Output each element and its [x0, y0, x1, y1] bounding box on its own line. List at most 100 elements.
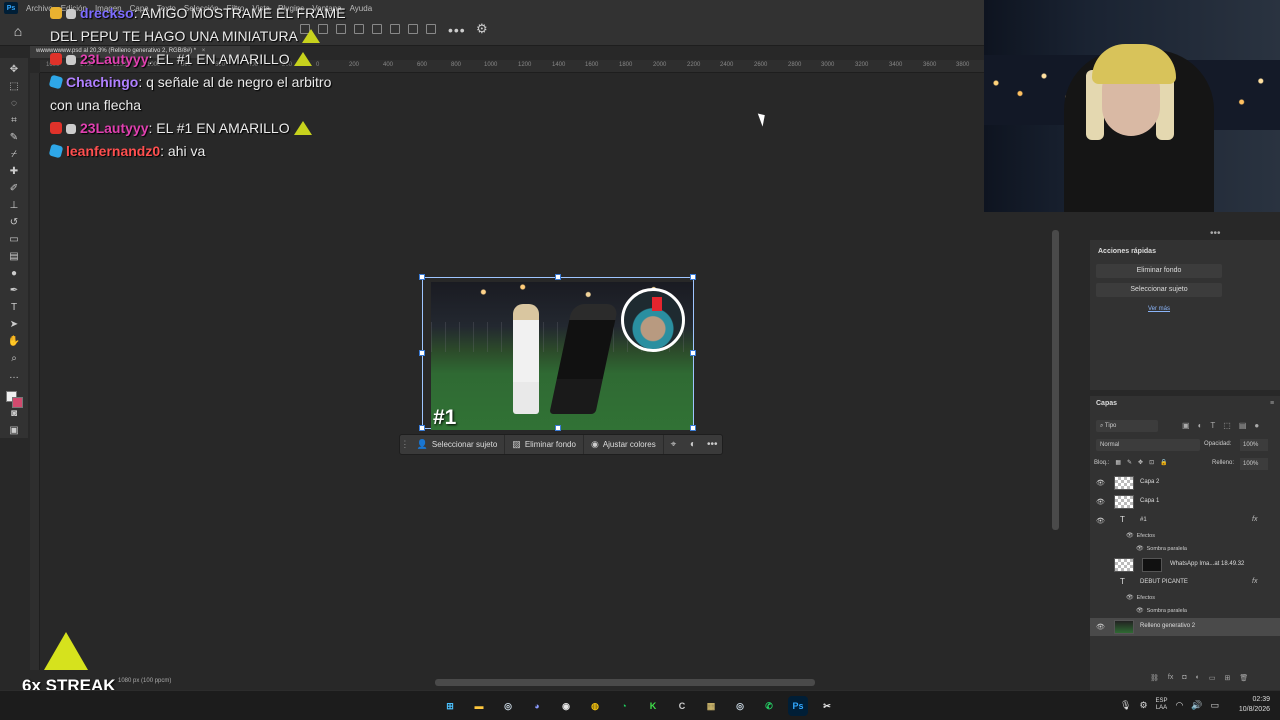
link-layers-icon[interactable]: ⛓: [1150, 674, 1159, 682]
blend-mode-select[interactable]: Normal: [1096, 439, 1200, 451]
photoshop-taskbar-icon[interactable]: Ps: [788, 696, 808, 716]
layer-row[interactable]: 👁 Capa 2: [1090, 474, 1280, 492]
lock-image-icon[interactable]: ✎: [1127, 459, 1132, 466]
transform-handle-l[interactable]: [419, 350, 425, 356]
adjust-colors-button[interactable]: ◉ Ajustar colores: [584, 435, 664, 454]
more-tools-icon[interactable]: …: [6, 368, 22, 383]
adjustment-layer-icon[interactable]: ◐: [1196, 674, 1200, 682]
effects-eye-icon[interactable]: 👁: [1126, 595, 1134, 601]
stamp-tool-icon[interactable]: ⊥: [6, 198, 22, 213]
transform-icon[interactable]: ⌖: [664, 439, 683, 450]
more-options-icon[interactable]: •••: [448, 22, 466, 38]
spotify-icon[interactable]: ◔: [614, 696, 634, 716]
drop-shadow-effect[interactable]: 👁 Sombra paralela: [1136, 545, 1187, 552]
layer-row[interactable]: T DEBUT PICANTE fx: [1090, 574, 1280, 592]
discord-icon[interactable]: ◕: [527, 696, 547, 716]
effects-eye-icon[interactable]: 👁: [1126, 533, 1134, 539]
lock-artboard-icon[interactable]: ⊡: [1149, 459, 1154, 466]
filter-adjustment-icon[interactable]: ◐: [1198, 421, 1203, 430]
transform-handle-tr[interactable]: [690, 274, 696, 280]
qa-remove-background-button[interactable]: Eliminar fondo: [1096, 264, 1222, 278]
chat-username[interactable]: 23Lautyyy: [80, 51, 148, 67]
windows-start-icon[interactable]: ⊞: [440, 696, 460, 716]
lock-all-icon[interactable]: 🔒: [1160, 459, 1167, 466]
transform-handle-b[interactable]: [555, 425, 561, 431]
color-swatches[interactable]: [4, 389, 24, 408]
chat-username[interactable]: 23Lautyyy: [80, 120, 148, 136]
distribute-vertical-icon[interactable]: [426, 24, 436, 34]
mask-icon[interactable]: ◐: [683, 439, 702, 450]
panel-more-icon[interactable]: •••: [1210, 228, 1221, 239]
whatsapp-icon[interactable]: ✆: [759, 696, 779, 716]
drop-shadow-eye-icon[interactable]: 👁: [1136, 608, 1144, 614]
lock-position-icon[interactable]: ✥: [1138, 459, 1143, 466]
add-mask-icon[interactable]: ◘: [1182, 674, 1186, 682]
panel-menu-icon[interactable]: ≡: [1270, 400, 1274, 407]
layer-filter-select[interactable]: ⌕ Tipo: [1096, 420, 1158, 432]
github-icon[interactable]: ◉: [556, 696, 576, 716]
chrome-icon[interactable]: ◍: [585, 696, 605, 716]
drop-shadow-effect[interactable]: 👁 Sombra paralela: [1136, 607, 1187, 614]
folder-app-icon[interactable]: ▦: [701, 696, 721, 716]
visibility-eye-icon[interactable]: 👁: [1096, 498, 1105, 506]
transform-handle-r[interactable]: [690, 350, 696, 356]
type-tool-icon[interactable]: T: [6, 300, 22, 315]
filter-type-icon[interactable]: T: [1210, 421, 1215, 430]
file-explorer-icon[interactable]: ▬: [469, 696, 489, 716]
new-layer-icon[interactable]: ⊞: [1224, 674, 1230, 682]
system-clock[interactable]: 02:39 10/8/2026: [1228, 695, 1270, 715]
align-bottom-icon[interactable]: [390, 24, 400, 34]
brush-tool-icon[interactable]: ✐: [6, 181, 22, 196]
layer-effects-icon[interactable]: fx: [1252, 578, 1257, 585]
transform-handle-t[interactable]: [555, 274, 561, 280]
drop-shadow-eye-icon[interactable]: 👁: [1136, 546, 1144, 552]
vertical-ruler[interactable]: [30, 73, 40, 670]
new-group-icon[interactable]: ▭: [1209, 674, 1216, 682]
visibility-eye-icon[interactable]: 👁: [1096, 479, 1105, 487]
capcut-icon[interactable]: ✂: [817, 696, 837, 716]
layer-effects-group[interactable]: 👁 Efectos: [1126, 594, 1155, 601]
marquee-tool-icon[interactable]: ⬚: [6, 79, 22, 94]
see-more-link[interactable]: Ver más: [1148, 306, 1170, 312]
pen-tool-icon[interactable]: ✒: [6, 283, 22, 298]
quick-selection-tool-icon[interactable]: ✎: [6, 130, 22, 145]
remove-background-button[interactable]: ▨ Eliminar fondo: [505, 435, 584, 454]
crop-tool-icon[interactable]: ⌗: [6, 113, 22, 128]
filter-smart-icon[interactable]: ▤: [1239, 421, 1247, 430]
visibility-eye-icon[interactable]: 👁: [1096, 623, 1105, 631]
vertical-scrollbar[interactable]: [1052, 230, 1059, 530]
network-icon[interactable]: ⚙: [1139, 700, 1147, 711]
layer-row[interactable]: 👁 Capa 1: [1090, 493, 1280, 511]
select-subject-button[interactable]: 👤 Seleccionar sujeto: [410, 435, 506, 454]
layer-effects-icon[interactable]: fx: [1252, 516, 1257, 523]
wifi-icon[interactable]: ◠: [1176, 700, 1184, 711]
qa-select-subject-button[interactable]: Seleccionar sujeto: [1096, 283, 1222, 297]
transform-handle-bl[interactable]: [419, 425, 425, 431]
hand-tool-icon[interactable]: ✋: [6, 334, 22, 349]
screen-mode-icon[interactable]: ▣: [6, 423, 22, 438]
more-icon[interactable]: •••: [703, 439, 722, 450]
background-color-swatch[interactable]: [12, 397, 23, 408]
chat-username[interactable]: dreckso: [80, 5, 134, 21]
layer-row[interactable]: WhatsApp Ima...at 18.49.32: [1090, 556, 1280, 574]
horizontal-scrollbar[interactable]: [435, 679, 815, 686]
transform-handle-br[interactable]: [690, 425, 696, 431]
filter-toggle-icon[interactable]: ●: [1254, 421, 1259, 430]
fill-input[interactable]: 100%: [1240, 458, 1268, 470]
volume-icon[interactable]: 🔊: [1191, 700, 1202, 711]
zoom-tool-icon[interactable]: ⌕: [6, 351, 22, 366]
steam-icon[interactable]: ◎: [498, 696, 518, 716]
mic-icon[interactable]: 🎙: [1120, 700, 1131, 711]
delete-layer-icon[interactable]: 🗑: [1239, 674, 1248, 682]
lasso-tool-icon[interactable]: ◌: [6, 96, 22, 111]
distribute-icon[interactable]: [408, 24, 418, 34]
gradient-tool-icon[interactable]: ▤: [6, 249, 22, 264]
transform-handle-tl[interactable]: [419, 274, 425, 280]
steam-secondary-icon[interactable]: ◎: [730, 696, 750, 716]
lock-transparent-icon[interactable]: ▦: [1115, 459, 1121, 466]
add-style-icon[interactable]: fx: [1168, 674, 1173, 682]
eraser-tool-icon[interactable]: ▭: [6, 232, 22, 247]
layer-row-selected[interactable]: 👁 Relleno generativo 2: [1090, 618, 1280, 636]
eyedropper-tool-icon[interactable]: ⌿: [6, 147, 22, 162]
home-icon[interactable]: ⌂: [10, 23, 26, 39]
